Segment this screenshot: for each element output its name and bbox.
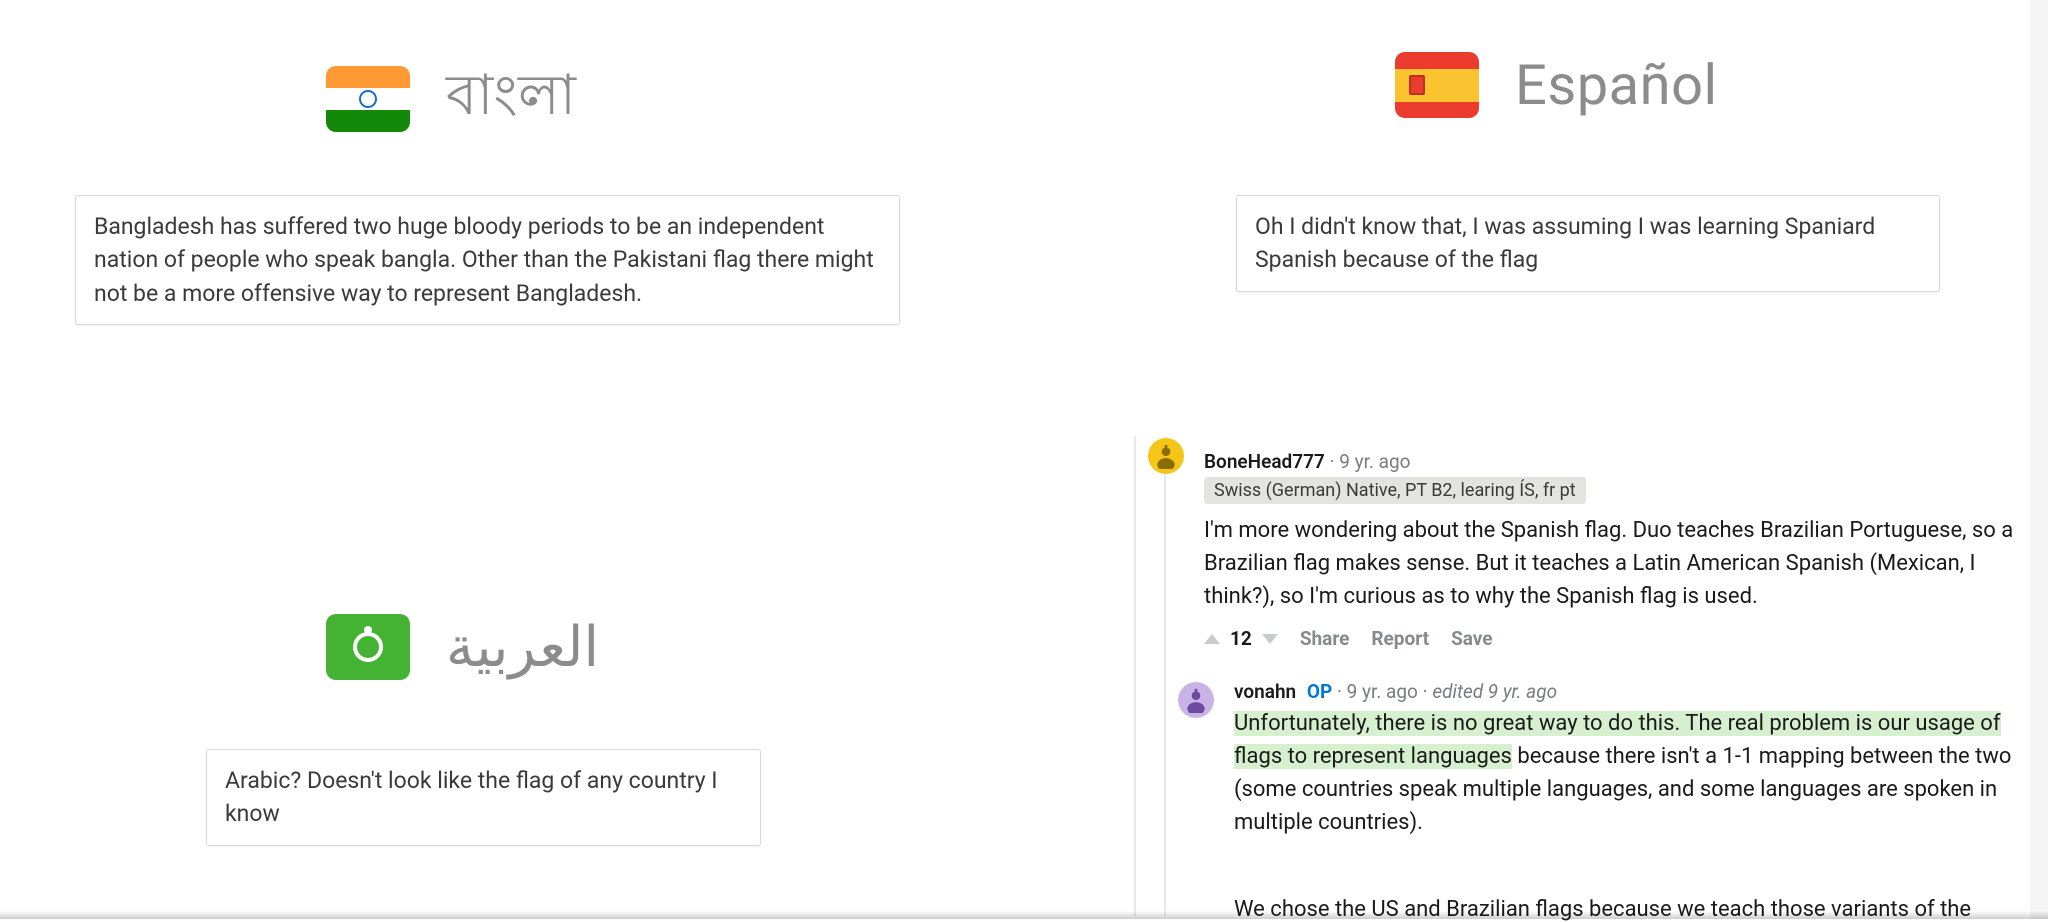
report-button[interactable]: Report: [1371, 627, 1429, 650]
language-label: বাংলা: [446, 52, 576, 146]
comment-age: 9 yr. ago: [1347, 680, 1418, 703]
op-badge: OP: [1307, 680, 1332, 703]
comment-1: BoneHead777 · 9 yr. ago Swiss (German) N…: [1148, 436, 2014, 650]
comment-meta: BoneHead777 · 9 yr. ago: [1204, 450, 2014, 473]
edited-label: edited 9 yr. ago: [1432, 680, 1557, 703]
callout-spanish: Oh I didn't know that, I was assuming I …: [1236, 195, 1940, 292]
username[interactable]: vonahn: [1234, 680, 1296, 703]
comment-meta: vonahn OP · 9 yr. ago · edited 9 yr. ago: [1234, 680, 2014, 703]
vote-score: 12: [1230, 627, 1252, 650]
upvote-button[interactable]: [1204, 634, 1220, 644]
vote-controls: 12: [1204, 627, 1278, 650]
language-card-bangla: বাংলা: [326, 52, 576, 146]
comment-2: vonahn OP · 9 yr. ago · edited 9 yr. ago…: [1178, 680, 2014, 839]
callout-arabic: Arabic? Doesn't look like the flag of an…: [206, 749, 761, 846]
comment-actions: 12 Share Report Save: [1204, 627, 2014, 650]
bottom-shadow: [0, 911, 2048, 919]
reddit-thread: BoneHead777 · 9 yr. ago Swiss (German) N…: [1104, 436, 2014, 916]
language-card-spanish: Español: [1395, 52, 1718, 118]
save-button[interactable]: Save: [1451, 627, 1493, 650]
comment-age: 9 yr. ago: [1339, 450, 1410, 473]
language-card-arabic: العربية: [326, 614, 599, 680]
flag-spain-icon: [1395, 52, 1479, 118]
share-button[interactable]: Share: [1300, 627, 1350, 650]
comment-body: Unfortunately, there is no great way to …: [1234, 707, 2014, 839]
flag-india-icon: [326, 66, 410, 132]
flag-arab-icon: [326, 614, 410, 680]
avatar-icon[interactable]: [1178, 682, 1214, 718]
language-label: Español: [1515, 52, 1718, 118]
downvote-button[interactable]: [1262, 634, 1278, 644]
avatar-icon[interactable]: [1148, 438, 1184, 474]
language-label: العربية: [446, 614, 599, 680]
comment-body: I'm more wondering about the Spanish fla…: [1204, 514, 2014, 613]
scrollbar[interactable]: [2030, 0, 2048, 919]
username[interactable]: BoneHead777: [1204, 450, 1325, 473]
callout-bangla: Bangladesh has suffered two huge bloody …: [75, 195, 900, 325]
user-flair: Swiss (German) Native, PT B2, learing ÍS…: [1204, 477, 1586, 504]
